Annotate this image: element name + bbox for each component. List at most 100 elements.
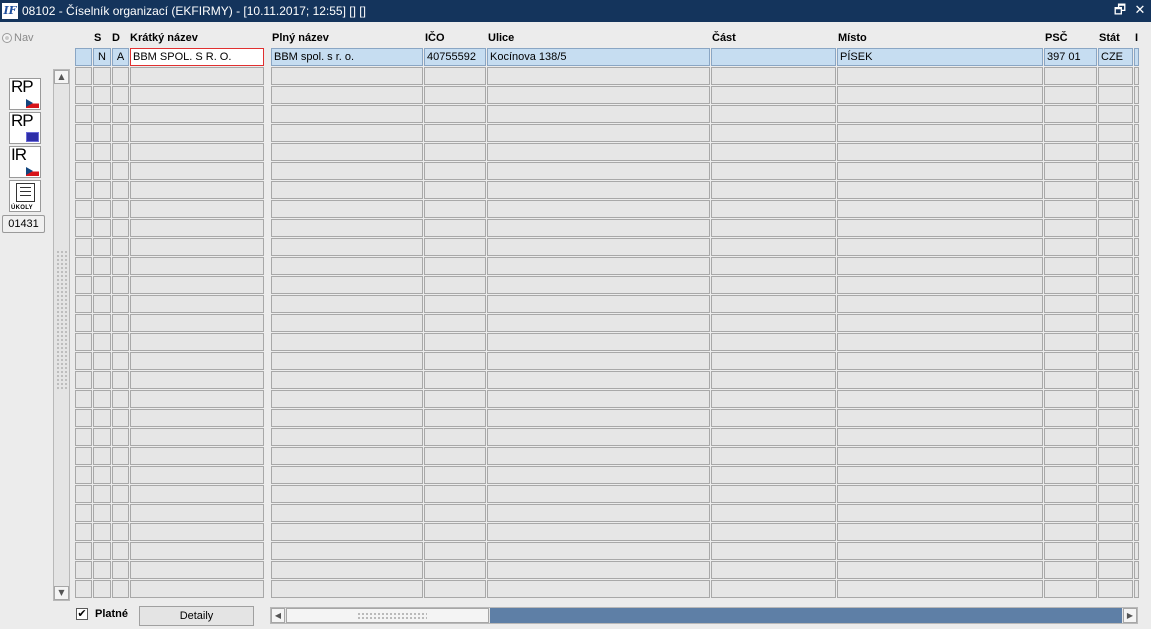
table-cell[interactable] xyxy=(93,333,111,351)
row-marker[interactable] xyxy=(75,124,92,142)
table-cell[interactable] xyxy=(1134,162,1139,180)
table-cell[interactable] xyxy=(1044,390,1097,408)
table-cell[interactable] xyxy=(424,580,486,598)
table-cell[interactable] xyxy=(424,257,486,275)
cell-stat[interactable]: CZE xyxy=(1098,48,1133,66)
table-cell[interactable] xyxy=(1134,105,1139,123)
table-cell[interactable] xyxy=(487,352,710,370)
table-cell[interactable] xyxy=(271,561,423,579)
table-cell[interactable] xyxy=(1134,542,1139,560)
table-cell[interactable] xyxy=(1098,257,1133,275)
table-cell[interactable] xyxy=(1044,276,1097,294)
table-cell[interactable] xyxy=(1044,257,1097,275)
table-cell[interactable] xyxy=(130,371,264,389)
cell-plny-nazev[interactable]: BBM spol. s r. o. xyxy=(271,48,423,66)
table-cell[interactable] xyxy=(487,485,710,503)
table-cell[interactable] xyxy=(837,200,1043,218)
table-row[interactable] xyxy=(75,181,1151,200)
table-cell[interactable] xyxy=(130,447,264,465)
table-cell[interactable] xyxy=(424,390,486,408)
table-cell[interactable] xyxy=(711,523,836,541)
table-cell[interactable] xyxy=(487,67,710,85)
table-cell[interactable] xyxy=(271,200,423,218)
table-cell[interactable] xyxy=(487,580,710,598)
table-cell[interactable] xyxy=(1098,580,1133,598)
table-cell[interactable] xyxy=(837,333,1043,351)
platne-checkbox[interactable]: ✔ xyxy=(76,608,88,620)
table-cell[interactable] xyxy=(487,409,710,427)
table-cell[interactable] xyxy=(424,67,486,85)
table-row[interactable] xyxy=(75,295,1151,314)
table-row[interactable] xyxy=(75,466,1151,485)
table-cell[interactable] xyxy=(487,428,710,446)
table-row[interactable] xyxy=(75,143,1151,162)
row-marker[interactable] xyxy=(75,542,92,560)
table-cell[interactable] xyxy=(1098,390,1133,408)
row-marker[interactable] xyxy=(75,409,92,427)
table-cell[interactable] xyxy=(130,485,264,503)
table-cell[interactable] xyxy=(1134,390,1139,408)
table-cell[interactable] xyxy=(1098,276,1133,294)
table-cell[interactable] xyxy=(1098,485,1133,503)
table-cell[interactable] xyxy=(837,371,1043,389)
rp-eu-button[interactable]: RP xyxy=(9,111,41,144)
table-cell[interactable] xyxy=(424,238,486,256)
table-cell[interactable] xyxy=(1044,561,1097,579)
table-cell[interactable] xyxy=(1134,276,1139,294)
table-cell[interactable] xyxy=(1134,333,1139,351)
table-cell[interactable] xyxy=(93,390,111,408)
table-cell[interactable] xyxy=(1044,314,1097,332)
table-cell[interactable] xyxy=(93,466,111,484)
row-marker[interactable] xyxy=(75,580,92,598)
table-cell[interactable] xyxy=(711,580,836,598)
table-cell[interactable] xyxy=(487,162,710,180)
table-row[interactable] xyxy=(75,105,1151,124)
table-cell[interactable] xyxy=(1044,409,1097,427)
row-marker[interactable] xyxy=(75,143,92,161)
table-cell[interactable] xyxy=(112,67,129,85)
table-cell[interactable] xyxy=(837,143,1043,161)
table-cell[interactable] xyxy=(112,200,129,218)
table-cell[interactable] xyxy=(271,580,423,598)
table-cell[interactable] xyxy=(1098,447,1133,465)
table-cell[interactable] xyxy=(424,200,486,218)
table-cell[interactable] xyxy=(1044,238,1097,256)
table-row[interactable] xyxy=(75,67,1151,86)
cell-cast[interactable] xyxy=(711,48,836,66)
table-cell[interactable] xyxy=(130,162,264,180)
table-cell[interactable] xyxy=(1134,485,1139,503)
table-cell[interactable] xyxy=(112,504,129,522)
table-cell[interactable] xyxy=(93,67,111,85)
table-cell[interactable] xyxy=(837,181,1043,199)
table-cell[interactable] xyxy=(112,485,129,503)
table-cell[interactable] xyxy=(1098,466,1133,484)
table-cell[interactable] xyxy=(487,143,710,161)
table-cell[interactable] xyxy=(1134,67,1139,85)
table-cell[interactable] xyxy=(1044,371,1097,389)
table-cell[interactable] xyxy=(711,162,836,180)
table-cell[interactable] xyxy=(837,466,1043,484)
table-cell[interactable] xyxy=(487,523,710,541)
table-cell[interactable] xyxy=(1134,295,1139,313)
row-marker[interactable] xyxy=(75,428,92,446)
table-row[interactable] xyxy=(75,352,1151,371)
vertical-scrollbar[interactable]: ▲ ▼ xyxy=(53,69,70,601)
table-cell[interactable] xyxy=(711,219,836,237)
close-window-icon[interactable]: ✕ xyxy=(1133,3,1147,18)
nav-toggle[interactable]: Nav xyxy=(2,32,34,44)
table-cell[interactable] xyxy=(271,485,423,503)
table-cell[interactable] xyxy=(711,485,836,503)
table-cell[interactable] xyxy=(1098,504,1133,522)
table-row[interactable] xyxy=(75,428,1151,447)
table-row[interactable] xyxy=(75,523,1151,542)
row-marker[interactable] xyxy=(75,314,92,332)
table-cell[interactable] xyxy=(424,162,486,180)
table-cell[interactable] xyxy=(93,523,111,541)
table-cell[interactable] xyxy=(1044,352,1097,370)
table-cell[interactable] xyxy=(130,200,264,218)
table-cell[interactable] xyxy=(93,86,111,104)
table-cell[interactable] xyxy=(93,295,111,313)
table-row[interactable] xyxy=(75,561,1151,580)
table-cell[interactable] xyxy=(487,124,710,142)
table-cell[interactable] xyxy=(1134,580,1139,598)
